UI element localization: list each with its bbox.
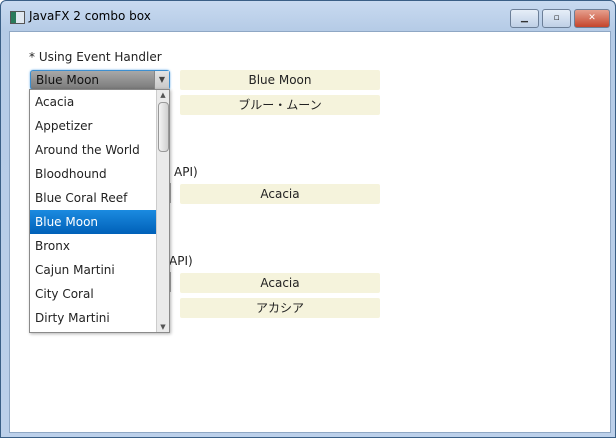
- list-item[interactable]: Blue Coral Reef: [30, 186, 156, 210]
- scroll-down-icon[interactable]: ▼: [157, 322, 169, 332]
- combo-dropdown-list: Acacia Appetizer Around the World Bloodh…: [29, 89, 170, 333]
- list-item[interactable]: Bronx: [30, 234, 156, 258]
- window-title: JavaFX 2 combo box: [29, 9, 151, 23]
- maximize-button[interactable]: ▫: [542, 9, 571, 28]
- scrollbar[interactable]: ▲ ▼: [156, 90, 169, 332]
- list-item-selected[interactable]: Blue Moon: [30, 210, 156, 234]
- section2-output-1: Acacia: [180, 184, 380, 204]
- list-item[interactable]: Acacia: [30, 90, 156, 114]
- section3-heading: API): [169, 254, 193, 268]
- content-area: * Using Event Handler Blue Moon ▼ Blue M…: [9, 31, 611, 433]
- list-item[interactable]: Dirty Martini: [30, 306, 156, 330]
- list-item[interactable]: Around the World: [30, 138, 156, 162]
- scrollbar-thumb[interactable]: [158, 102, 169, 152]
- app-icon: [10, 11, 25, 24]
- section2-heading: API): [174, 165, 198, 179]
- section1-output-2: ブルー・ムーン: [180, 95, 380, 115]
- window: JavaFX 2 combo box ▁ ▫ ✕ * Using Event H…: [0, 0, 616, 438]
- chevron-down-icon[interactable]: ▼: [154, 71, 169, 89]
- section1-heading: * Using Event Handler: [29, 50, 162, 64]
- section1-output-1: Blue Moon: [180, 70, 380, 90]
- list-item[interactable]: City Coral: [30, 282, 156, 306]
- combo-value: Blue Moon: [36, 73, 100, 87]
- section3-output-1: Acacia: [180, 273, 380, 293]
- cocktail-combo-box[interactable]: Blue Moon ▼: [30, 70, 170, 90]
- list-item[interactable]: Bloodhound: [30, 162, 156, 186]
- scroll-up-icon[interactable]: ▲: [157, 90, 169, 100]
- list-item[interactable]: Cajun Martini: [30, 258, 156, 282]
- section3-output-2: アカシア: [180, 298, 380, 318]
- list-item[interactable]: Appetizer: [30, 114, 156, 138]
- minimize-button[interactable]: ▁: [510, 9, 539, 28]
- close-button[interactable]: ✕: [574, 9, 610, 28]
